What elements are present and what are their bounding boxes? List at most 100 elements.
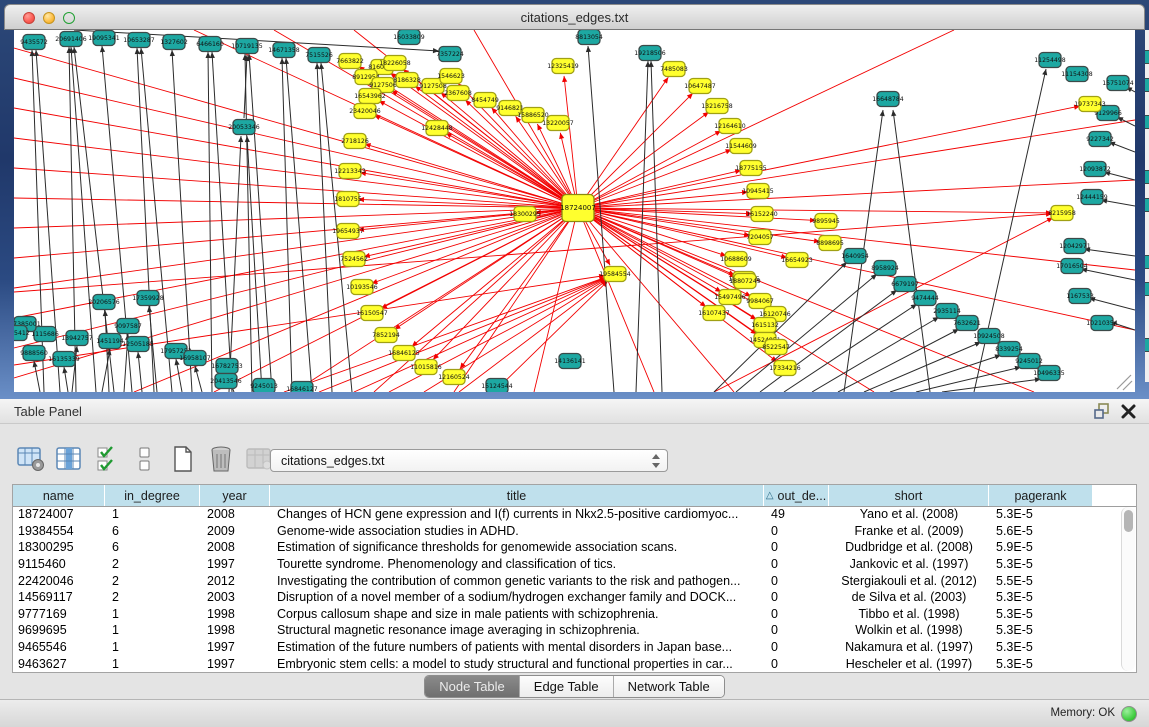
column-header-short[interactable]: short: [829, 485, 989, 506]
graph-edge: [494, 281, 608, 392]
graph-node-label: 10193546: [346, 284, 378, 291]
table-row[interactable]: 1830029562008Estimation of significance …: [13, 539, 1122, 556]
graph-node-label: 16846127: [286, 386, 318, 392]
graph-node-label: 10653287: [123, 37, 155, 44]
column-header-out_degree[interactable]: △out_de...: [764, 485, 829, 506]
cell-name: 19384554: [13, 524, 105, 538]
graph-node-label: 18807249: [729, 278, 761, 285]
create-column-icon[interactable]: [168, 443, 198, 475]
scrollbar-thumb[interactable]: [1124, 510, 1133, 532]
cell-name: 9463627: [13, 657, 105, 671]
graph-node-label: 3915412: [14, 330, 30, 337]
table-row[interactable]: 1938455462009Genome-wide association stu…: [13, 523, 1122, 540]
graph-node-label: 16648784: [872, 96, 904, 103]
graph-edge: [1117, 375, 1131, 389]
graph-node-label: 12444159: [1076, 194, 1108, 201]
cell-short: Dudbridge et al. (2008): [829, 540, 989, 554]
graph-node-label: 8813054: [575, 34, 603, 41]
table-row[interactable]: 946362711997Embryonic stem cells: a mode…: [13, 655, 1122, 672]
sliver-node: [1145, 198, 1149, 212]
column-header-pagerank[interactable]: pagerank: [989, 485, 1093, 506]
graph-node-label: 8215958: [1048, 210, 1076, 217]
cell-short: Nakamura et al. (1997): [829, 640, 989, 654]
graph-edge: [208, 52, 212, 392]
graph-node-label: 9474444: [911, 295, 939, 302]
graph-node-label: 16135339: [48, 356, 80, 363]
graph-node-label: 9888560: [20, 350, 48, 357]
table-row[interactable]: 911546021997Tourette syndrome. Phenomeno…: [13, 556, 1122, 573]
cell-out_degree: 0: [764, 524, 829, 538]
table-row[interactable]: 2242004622012Investigating the contribut…: [13, 572, 1122, 589]
graph-node-label: 16958107: [179, 355, 211, 362]
graph-node-label: 15497496: [714, 294, 746, 301]
graph-edge: [282, 58, 292, 392]
network-window-titlebar[interactable]: citations_edges.txt: [4, 4, 1145, 30]
cell-short: Tibbo et al. (1998): [829, 607, 989, 621]
show-columns-icon[interactable]: [54, 443, 84, 475]
cell-out_degree: 0: [764, 640, 829, 654]
table-select-dropdown[interactable]: citations_edges.txt: [270, 449, 668, 472]
cell-title: Genome-wide association studies in ADHD.: [270, 524, 764, 538]
table-mode-icon[interactable]: [16, 443, 46, 475]
table-row[interactable]: 1456911722003Disruption of a novel membe…: [13, 589, 1122, 606]
table-row[interactable]: 969969511998Structural magnetic resonanc…: [13, 622, 1122, 639]
sliver-node: [1145, 170, 1149, 184]
graph-node-label: 8339254: [995, 346, 1023, 353]
node-table: namein_degreeyeartitle△out_de...shortpag…: [12, 484, 1137, 673]
tab-network-table[interactable]: Network Table: [614, 676, 724, 697]
edge-arrowhead: [135, 48, 140, 54]
graph-node-label: 19654937: [332, 228, 364, 235]
graph-node-label: 12160524: [438, 374, 470, 381]
cell-name: 9465546: [13, 640, 105, 654]
cell-in_degree: 2: [105, 590, 200, 604]
cell-out_degree: 0: [764, 607, 829, 621]
graph-node-label: 9895945: [812, 218, 840, 225]
graph-node-label: 17016504: [1056, 263, 1088, 270]
cell-year: 1997: [200, 640, 270, 654]
cell-out_degree: 0: [764, 557, 829, 571]
vertical-scrollbar[interactable]: [1121, 507, 1135, 671]
close-panel-icon[interactable]: [1120, 403, 1137, 420]
graph-edge: [578, 180, 1135, 208]
edge-arrowhead: [210, 52, 215, 58]
delete-column-icon[interactable]: [206, 443, 236, 475]
edge-arrowhead: [103, 310, 108, 316]
edge-arrowhead: [891, 110, 896, 116]
cell-name: 22420046: [13, 574, 105, 588]
cell-short: Hescheler et al. (1997): [829, 657, 989, 671]
column-header-title[interactable]: title: [270, 485, 764, 506]
column-header-name[interactable]: name: [13, 485, 105, 506]
cell-year: 1998: [200, 607, 270, 621]
graph-node-label: 9245013: [250, 383, 278, 390]
graph-node-label: 7485083: [660, 66, 688, 73]
edge-arrowhead: [586, 46, 591, 52]
edge-arrowhead: [34, 50, 39, 56]
cell-title: Investigating the contribution of common…: [270, 574, 764, 588]
graph-edge: [245, 54, 252, 392]
graph-edge: [838, 329, 959, 392]
table-row[interactable]: 1872400712008Changes of HCN gene express…: [13, 506, 1122, 523]
column-header-year[interactable]: year: [200, 485, 270, 506]
graph-node-label: 16543962: [354, 93, 386, 100]
cell-title: Estimation of significance thresholds fo…: [270, 540, 764, 554]
table-row[interactable]: 977716911998Corpus callosum shape and si…: [13, 606, 1122, 623]
memory-ok-led-icon[interactable]: [1121, 706, 1137, 722]
window-title: citations_edges.txt: [5, 10, 1144, 25]
tab-edge-table[interactable]: Edge Table: [520, 676, 614, 697]
tab-node-table[interactable]: Node Table: [425, 676, 520, 697]
memory-status-label: Memory: OK: [1050, 707, 1115, 719]
cell-year: 2012: [200, 574, 270, 588]
network-graph[interactable]: 9435572206914061909534110653287132760264…: [14, 30, 1135, 392]
deselect-all-icon[interactable]: [130, 443, 160, 475]
float-panel-icon[interactable]: [1094, 403, 1111, 420]
graph-edge: [1084, 249, 1135, 256]
graph-node-label: 12428448: [421, 125, 453, 132]
column-header-in_degree[interactable]: in_degree: [105, 485, 200, 506]
cell-title: Changes of HCN gene expression and I(f) …: [270, 507, 764, 521]
table-row[interactable]: 946554611997Estimation of the future num…: [13, 639, 1122, 656]
cell-name: 9777169: [13, 607, 105, 621]
network-canvas[interactable]: 9435572206914061909534110653287132760264…: [14, 30, 1135, 392]
select-all-icon[interactable]: [92, 443, 122, 475]
graph-node-label: 7524562: [340, 256, 368, 263]
graph-node-label: 11254498: [1034, 57, 1066, 64]
